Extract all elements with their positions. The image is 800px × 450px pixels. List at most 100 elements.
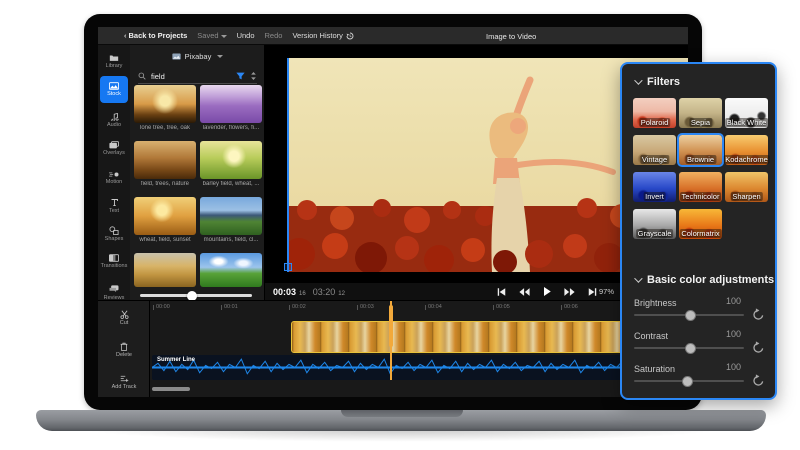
rewind-button[interactable] <box>519 288 530 296</box>
thumbnail-caption: lavender, flowers, fi... <box>198 125 264 131</box>
filter-technicolor[interactable]: Technicolor <box>679 172 722 202</box>
sort-icon[interactable] <box>250 72 257 80</box>
filter-sharpen[interactable]: Sharpen <box>725 172 768 202</box>
overlays-icon <box>109 141 119 149</box>
slider-handle[interactable] <box>685 310 696 321</box>
ruler-tick: 00:00 <box>156 304 170 310</box>
undo-button[interactable]: Undo <box>237 31 255 40</box>
reviews-chat-icon <box>109 285 119 294</box>
sidebar-item-motion[interactable]: Motion <box>100 164 128 191</box>
audio-clip[interactable]: Summer Line <box>152 355 688 380</box>
sidebar-item-library[interactable]: Library <box>100 48 128 75</box>
stock-thumbnail[interactable] <box>200 141 262 179</box>
sidebar-item-overlays[interactable]: Overlays <box>100 135 128 162</box>
version-history-button[interactable]: Version History <box>292 31 353 40</box>
saturation-slider[interactable] <box>634 380 744 382</box>
total-frames: 12 <box>338 291 345 297</box>
search-icon <box>138 72 146 80</box>
screenshot-canvas: { "colors":{"accent":"#2b87f5","playhead… <box>0 0 800 450</box>
audio-waveform <box>152 355 688 380</box>
shapes-icon <box>109 226 119 235</box>
sidebar-item-audio[interactable]: Audio <box>100 106 128 133</box>
image-to-video-button[interactable]: Image to Video <box>486 27 536 45</box>
stock-thumbnail[interactable] <box>134 141 196 179</box>
chevron-down-icon <box>634 76 642 84</box>
audio-clip-label: Summer Line <box>157 357 195 363</box>
playhead[interactable] <box>390 301 392 380</box>
timeline-scrollbar[interactable] <box>152 387 190 391</box>
timeline-zoom-level[interactable]: 97% <box>599 287 614 296</box>
filter-brownie-selected[interactable]: Brownie <box>679 135 722 165</box>
contrast-reset-icon[interactable] <box>752 341 765 354</box>
stock-thumbnail[interactable] <box>134 253 196 287</box>
provider-dropdown[interactable]: Pixabay <box>130 49 265 63</box>
stock-thumbnail[interactable] <box>200 197 262 235</box>
timeline-tools-column: Cut Delete Add Track <box>98 300 150 397</box>
stock-thumbnail[interactable] <box>200 253 262 287</box>
skip-start-button[interactable] <box>497 288 506 296</box>
stock-thumbnail[interactable] <box>134 85 196 123</box>
total-time: 03:20 <box>313 287 336 297</box>
filters-section-header[interactable]: Filters <box>634 76 680 88</box>
sidebar-item-text[interactable]: Text <box>100 192 128 219</box>
stock-image-icon <box>109 82 119 90</box>
stock-thumbnail[interactable] <box>134 197 196 235</box>
brightness-reset-icon[interactable] <box>752 308 765 321</box>
filters-panel: Filters Polaroid Sepia Black White Vinta… <box>620 62 777 400</box>
app-window: ‹Back to Projects Saved Undo Redo Versio… <box>98 27 688 397</box>
slider-handle[interactable] <box>685 343 696 354</box>
filter-black-white[interactable]: Black White <box>725 98 768 128</box>
thumbnail-size-slider[interactable] <box>140 294 252 297</box>
add-track-icon <box>120 374 129 383</box>
add-track-button[interactable]: Add Track <box>104 369 144 395</box>
brightness-value: 100 <box>726 296 741 306</box>
text-icon <box>110 198 119 207</box>
folder-icon <box>109 54 119 62</box>
thumbnail-caption: field, trees, nature <box>132 181 198 187</box>
top-toolbar: ‹Back to Projects Saved Undo Redo Versio… <box>98 27 688 45</box>
filter-funnel-icon[interactable] <box>236 72 245 80</box>
history-icon <box>346 32 354 40</box>
ruler-tick: 00:02 <box>292 304 306 310</box>
delete-button[interactable]: Delete <box>104 337 144 363</box>
sidebar-item-stock[interactable]: Stock <box>100 76 128 103</box>
brightness-slider[interactable] <box>634 314 744 316</box>
skip-end-button[interactable] <box>588 288 597 296</box>
cut-button[interactable]: Cut <box>104 305 144 331</box>
selection-corner-handle[interactable] <box>284 263 292 271</box>
laptop-base-notch <box>341 410 463 417</box>
ruler-tick: 00:01 <box>224 304 238 310</box>
saturation-reset-icon[interactable] <box>752 374 765 387</box>
saved-status[interactable]: Saved <box>197 31 226 40</box>
play-button[interactable] <box>543 287 551 296</box>
stock-media-panel: Pixabay field lone tree, tree, oak laven… <box>130 45 265 300</box>
back-to-projects-button[interactable]: ‹Back to Projects <box>124 31 187 40</box>
filter-kodachrome[interactable]: Kodachrome <box>725 135 768 165</box>
filter-polaroid[interactable]: Polaroid <box>633 98 676 128</box>
redo-button[interactable]: Redo <box>265 31 283 40</box>
filter-sepia[interactable]: Sepia <box>679 98 722 128</box>
back-chevron-icon: ‹ <box>124 31 127 40</box>
search-input[interactable]: field <box>151 72 165 81</box>
slider-handle[interactable] <box>682 376 693 387</box>
fast-forward-button[interactable] <box>564 288 575 296</box>
search-bar[interactable]: field <box>138 69 257 84</box>
ruler-tick: 00:06 <box>564 304 578 310</box>
thumbnail-caption: wheat, field, sunset <box>132 237 198 243</box>
stock-thumbnail[interactable] <box>200 85 262 123</box>
filter-colormatrix[interactable]: Colormatrix <box>679 209 722 239</box>
filter-grayscale[interactable]: Grayscale <box>633 209 676 239</box>
contrast-slider[interactable] <box>634 347 744 349</box>
clip-selection-edge[interactable] <box>287 58 289 272</box>
filter-vintage[interactable]: Vintage <box>633 135 676 165</box>
sidebar-item-transitions[interactable]: Transitions <box>100 248 128 275</box>
left-sidebar: Library Stock Audio Overlays Motion Text <box>98 45 130 300</box>
sidebar-item-shapes[interactable]: Shapes <box>100 220 128 247</box>
playback-controls <box>497 287 597 296</box>
filter-invert[interactable]: Invert <box>633 172 676 202</box>
slider-handle[interactable] <box>187 291 197 301</box>
laptop-shadow <box>55 429 747 443</box>
adjustments-section-header[interactable]: Basic color adjustments <box>634 274 774 286</box>
trash-icon <box>120 342 128 351</box>
music-note-icon <box>110 112 119 121</box>
